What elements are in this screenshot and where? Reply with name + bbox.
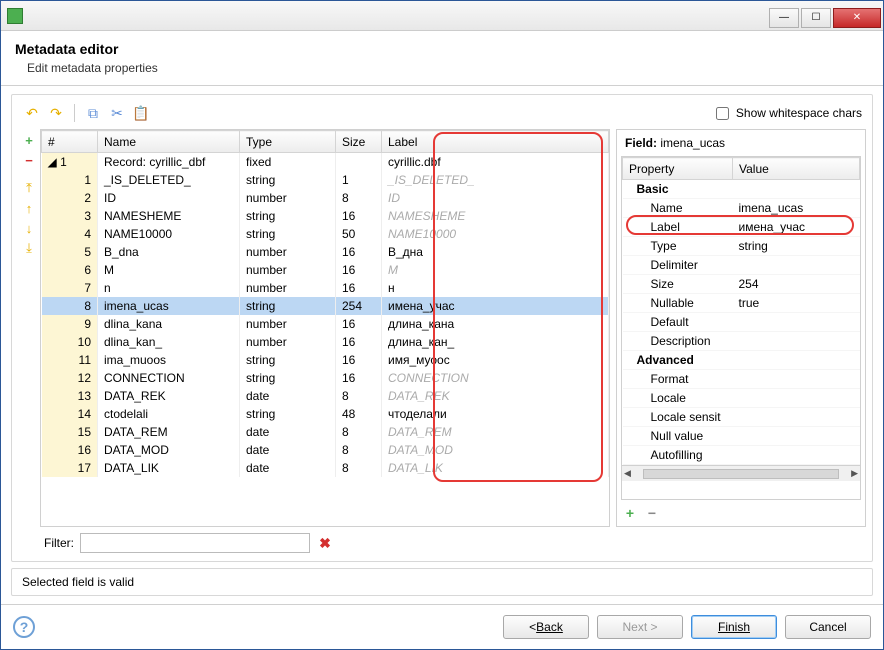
table-row[interactable]: 7nnumber16н [42, 279, 609, 297]
property-row[interactable]: Null value [623, 427, 860, 446]
finish-button[interactable]: Finish [691, 615, 777, 639]
col-header-type[interactable]: Type [240, 131, 336, 153]
page-title: Metadata editor [15, 41, 869, 57]
table-row[interactable]: 5B_dnanumber16В_дна [42, 243, 609, 261]
property-row[interactable]: Locale [623, 389, 860, 408]
table-row[interactable]: 4NAME10000string50NAME10000 [42, 225, 609, 243]
status-bar: Selected field is valid [11, 568, 873, 596]
cancel-button[interactable]: Cancel [785, 615, 871, 639]
table-row[interactable]: 10dlina_kan_number16длина_кан_ [42, 333, 609, 351]
prop-add-button[interactable]: + [621, 504, 639, 522]
col-header-value[interactable]: Value [733, 158, 860, 180]
property-row[interactable]: Delimiter [623, 256, 860, 275]
col-header-name[interactable]: Name [98, 131, 240, 153]
close-button[interactable]: ✕ [833, 8, 881, 28]
paste-button[interactable]: 📋 [131, 103, 151, 123]
show-whitespace-input[interactable] [716, 107, 729, 120]
show-whitespace-checkbox[interactable]: Show whitespace chars [712, 104, 862, 123]
property-row[interactable]: Typestring [623, 237, 860, 256]
back-button[interactable]: < Back [503, 615, 589, 639]
scrollbar-horizontal[interactable]: ◀▶ [622, 465, 860, 481]
col-header-size[interactable]: Size [336, 131, 382, 153]
help-button[interactable]: ? [13, 616, 35, 638]
table-row[interactable]: 13DATA_REKdate8DATA_REK [42, 387, 609, 405]
prop-remove-button[interactable]: − [643, 504, 661, 522]
table-row[interactable]: 6Mnumber16М [42, 261, 609, 279]
table-row[interactable]: 17DATA_LIKdate8DATA_LIK [42, 459, 609, 477]
property-row[interactable]: Locale sensit [623, 408, 860, 427]
col-header-label[interactable]: Label [382, 131, 609, 153]
titlebar: — ☐ ✕ [1, 1, 883, 31]
table-row[interactable]: 9dlina_kananumber16длина_кана [42, 315, 609, 333]
table-row[interactable]: 16DATA_MODdate8DATA_MOD [42, 441, 609, 459]
next-button: Next > [597, 615, 683, 639]
property-row[interactable]: Labelимена_учас [623, 218, 860, 237]
col-header-property[interactable]: Property [623, 158, 733, 180]
property-group: Basic [623, 180, 860, 199]
add-button[interactable]: + [20, 131, 38, 149]
window: — ☐ ✕ Metadata editor Edit metadata prop… [0, 0, 884, 650]
undo-button[interactable]: ↶ [22, 103, 42, 123]
table-row[interactable]: 1_IS_DELETED_string1_IS_DELETED_ [42, 171, 609, 189]
table-row[interactable]: 12CONNECTIONstring16CONNECTION [42, 369, 609, 387]
filter-label: Filter: [44, 536, 74, 550]
table-row[interactable]: ◢ 1Record: cyrillic_dbffixedcyrillic.dbf [42, 153, 609, 172]
table-row[interactable]: 8imena_ucasstring254имена_учас [42, 297, 609, 315]
property-row[interactable]: Autofilling [623, 446, 860, 465]
move-up-button[interactable]: ↑ [20, 199, 38, 217]
move-bottom-button[interactable]: ⤓ [20, 239, 38, 257]
maximize-button[interactable]: ☐ [801, 8, 831, 28]
page-subtitle: Edit metadata properties [27, 61, 869, 75]
col-header-idx[interactable]: # [42, 131, 98, 153]
minimize-button[interactable]: — [769, 8, 799, 28]
table-row[interactable]: 11ima_muoosstring16имя_муоос [42, 351, 609, 369]
property-group: Advanced [623, 351, 860, 370]
property-row[interactable]: Default [623, 313, 860, 332]
filter-input[interactable] [80, 533, 310, 553]
clear-filter-button[interactable]: ✖ [316, 535, 334, 552]
table-row[interactable]: 15DATA_REMdate8DATA_REM [42, 423, 609, 441]
fields-table[interactable]: # Name Type Size Label ◢ 1Record: cyrill… [40, 129, 610, 527]
copy-button[interactable]: ⧉ [83, 103, 103, 123]
property-row[interactable]: Description [623, 332, 860, 351]
status-text: Selected field is valid [22, 575, 862, 589]
field-detail-title: Field: imena_ucas [621, 134, 861, 156]
redo-button[interactable]: ↷ [46, 103, 66, 123]
move-down-button[interactable]: ↓ [20, 219, 38, 237]
header: Metadata editor Edit metadata properties [1, 31, 883, 86]
property-row[interactable]: Size254 [623, 275, 860, 294]
property-table[interactable]: Property Value BasicNameimena_ucasLabelи… [621, 156, 861, 500]
property-row[interactable]: Nullabletrue [623, 294, 860, 313]
property-row[interactable]: Format [623, 370, 860, 389]
table-row[interactable]: 2IDnumber8ID [42, 189, 609, 207]
property-row[interactable]: Nameimena_ucas [623, 199, 860, 218]
cut-button[interactable]: ✂ [107, 103, 127, 123]
table-row[interactable]: 3NAMESHEMEstring16NAMESHEME [42, 207, 609, 225]
remove-button[interactable]: − [20, 151, 38, 169]
move-top-button[interactable]: ⤒ [20, 179, 38, 197]
app-icon [7, 8, 23, 24]
table-row[interactable]: 14ctodelalistring48чтоделали [42, 405, 609, 423]
